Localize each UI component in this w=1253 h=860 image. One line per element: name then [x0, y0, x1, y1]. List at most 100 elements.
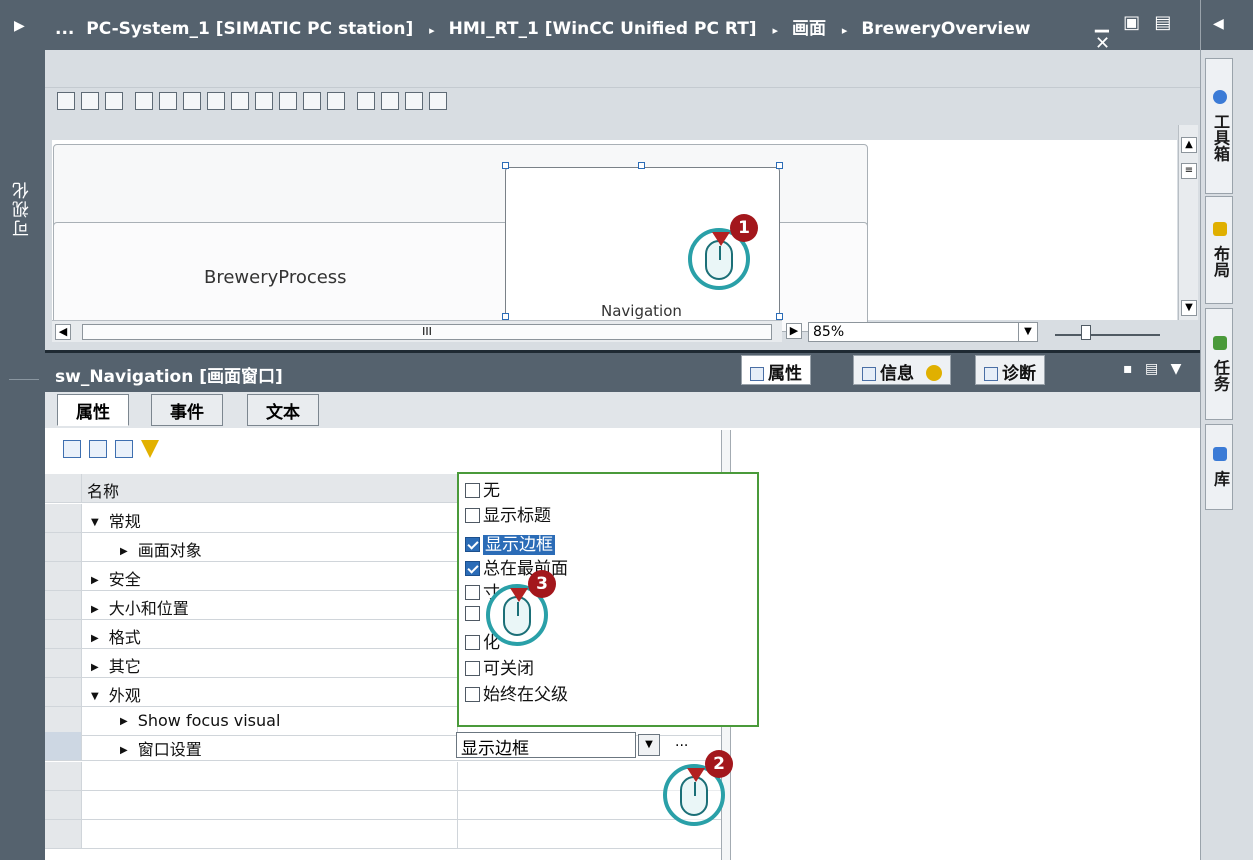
- expand-left-arrow-icon[interactable]: ▶: [14, 18, 25, 34]
- collapse-right-arrow-icon[interactable]: ◀: [1213, 16, 1224, 32]
- scroll-thumb-horizontal[interactable]: III: [82, 324, 772, 340]
- expanded-triangle-icon[interactable]: ▼: [91, 691, 99, 702]
- collapsed-triangle-icon[interactable]: ▶: [91, 633, 99, 644]
- collapsed-triangle-icon[interactable]: ▶: [120, 745, 128, 756]
- expanded-triangle-icon[interactable]: ▼: [91, 517, 99, 528]
- collapsed-triangle-icon[interactable]: ▶: [91, 575, 99, 586]
- breadcrumb-item[interactable]: ...: [55, 19, 74, 39]
- same-height-icon[interactable]: [327, 92, 345, 110]
- property-label: ▶ 大小和位置: [91, 595, 189, 619]
- step-badge: 3: [528, 570, 556, 598]
- dropdown-option[interactable]: 无: [465, 476, 500, 501]
- subtab-events[interactable]: 事件: [151, 394, 223, 426]
- pointer-arrow-icon: [687, 768, 705, 782]
- visualization-tab[interactable]: 可视化: [10, 180, 34, 237]
- zoom-dropdown-icon[interactable]: ▼: [1018, 322, 1038, 342]
- scroll-down-icon[interactable]: ▼: [1181, 300, 1197, 316]
- checkbox-icon[interactable]: [465, 508, 480, 523]
- scroll-thumb[interactable]: ≡: [1181, 163, 1197, 179]
- breadcrumb-item[interactable]: HMI_RT_1 [WinCC Unified PC RT]: [449, 19, 757, 39]
- breadcrumb-item[interactable]: 画面: [792, 19, 826, 39]
- sort-icon[interactable]: [63, 440, 81, 458]
- selection-handle[interactable]: [638, 162, 645, 169]
- property-label: ▼ 外观: [91, 682, 141, 706]
- collapsed-triangle-icon[interactable]: ▶: [120, 716, 128, 727]
- breadcrumb-item[interactable]: PC-System_1 [SIMATIC PC station]: [86, 19, 413, 39]
- align-icon[interactable]: [57, 92, 75, 110]
- property-label-text: 常规: [108, 512, 141, 531]
- inspector-header: sw_Navigation [画面窗口] 属性 信息 诊断 ▪ ▤ ▼: [45, 350, 1200, 392]
- tab-properties[interactable]: 属性: [741, 355, 811, 385]
- vertical-scrollbar[interactable]: ▲ ≡ ▼: [1178, 125, 1198, 320]
- tab-properties-label: 属性: [768, 364, 802, 384]
- align-left-icon[interactable]: [135, 92, 153, 110]
- align-icon[interactable]: [105, 92, 123, 110]
- tab-libraries[interactable]: 库: [1205, 424, 1233, 510]
- breadcrumb-item-current[interactable]: BreweryOverview: [861, 19, 1030, 39]
- group-icon[interactable]: [89, 440, 107, 458]
- tab-diagnostics[interactable]: 诊断: [975, 355, 1045, 385]
- checkbox-icon[interactable]: [465, 483, 480, 498]
- window-settings-combo[interactable]: 显示边框: [456, 732, 636, 759]
- selection-handle[interactable]: [776, 162, 783, 169]
- scroll-left-icon[interactable]: ◀: [55, 324, 71, 340]
- align-bottom-icon[interactable]: [255, 92, 273, 110]
- bring-to-front-icon[interactable]: [405, 92, 423, 110]
- tab-tasks[interactable]: 任务: [1205, 308, 1233, 420]
- tab-toolbox[interactable]: 工具箱: [1205, 58, 1233, 194]
- selection-handle[interactable]: [502, 162, 509, 169]
- screen-label-breweryprocess: BreweryProcess: [204, 267, 347, 288]
- property-label: ▼ 常规: [91, 508, 141, 532]
- step-callout-3: 3: [478, 568, 568, 664]
- breadcrumb: ... PC-System_1 [SIMATIC PC station] ▸ H…: [55, 14, 1037, 39]
- align-center-icon[interactable]: [159, 92, 177, 110]
- zoom-field[interactable]: 85%: [808, 322, 1038, 342]
- send-backward-icon[interactable]: [381, 92, 399, 110]
- align-middle-icon[interactable]: [231, 92, 249, 110]
- editor-toolbar-band: [45, 50, 1200, 88]
- row-gutter: [45, 732, 82, 760]
- dropdown-option[interactable]: 显示边框: [465, 530, 555, 555]
- subtab-properties[interactable]: 属性: [57, 394, 129, 426]
- zoom-slider[interactable]: [1055, 324, 1160, 342]
- same-width-icon[interactable]: [303, 92, 321, 110]
- bring-forward-icon[interactable]: [357, 92, 375, 110]
- property-label-text: 其它: [108, 657, 141, 676]
- distribute-icon[interactable]: [279, 92, 297, 110]
- left-strip-divider: [9, 379, 39, 380]
- tab-layout[interactable]: 布局: [1205, 196, 1233, 304]
- breadcrumb-separator-icon: ▸: [841, 24, 848, 37]
- send-to-back-icon[interactable]: [429, 92, 447, 110]
- align-top-icon[interactable]: [207, 92, 225, 110]
- selection-handle[interactable]: [776, 313, 783, 320]
- checkbox-icon[interactable]: [465, 687, 480, 702]
- step-badge: 2: [705, 750, 733, 778]
- tab-info[interactable]: 信息: [853, 355, 951, 385]
- collapsed-triangle-icon[interactable]: ▶: [120, 546, 128, 557]
- filter-icon[interactable]: [141, 440, 159, 458]
- scroll-up-icon[interactable]: ▲: [1181, 137, 1197, 153]
- checkbox-checked-icon[interactable]: [465, 537, 480, 552]
- selection-handle[interactable]: [502, 313, 509, 320]
- align-right-icon[interactable]: [183, 92, 201, 110]
- window-controls[interactable]: ▁ ▣ ▤ ✕: [1095, 12, 1200, 54]
- horizontal-scrollbar[interactable]: ◀ III: [52, 320, 782, 342]
- list-view-icon[interactable]: [115, 440, 133, 458]
- row-gutter: [45, 474, 82, 502]
- subtab-texts[interactable]: 文本: [247, 394, 319, 426]
- collapsed-triangle-icon[interactable]: ▶: [91, 604, 99, 615]
- tab-layout-label: 布局: [1211, 245, 1230, 278]
- collapsed-triangle-icon[interactable]: ▶: [91, 662, 99, 673]
- toolbox-icon: [1213, 90, 1227, 105]
- dropdown-option[interactable]: 显示标题: [465, 501, 551, 526]
- pointer-arrow-icon: [712, 232, 730, 246]
- align-icon[interactable]: [81, 92, 99, 110]
- zoom-slider-thumb[interactable]: [1081, 325, 1091, 340]
- diagnostics-icon: [984, 367, 998, 381]
- scroll-right-icon[interactable]: ▶: [786, 323, 802, 339]
- screen-canvas[interactable]: BreweryProcess Navigation: [52, 140, 1177, 332]
- info-icon: [862, 367, 876, 381]
- inspector-window-controls[interactable]: ▪ ▤ ▼: [1123, 361, 1185, 377]
- property-toolbar: [63, 440, 159, 458]
- dropdown-option[interactable]: 始终在父级: [465, 680, 568, 705]
